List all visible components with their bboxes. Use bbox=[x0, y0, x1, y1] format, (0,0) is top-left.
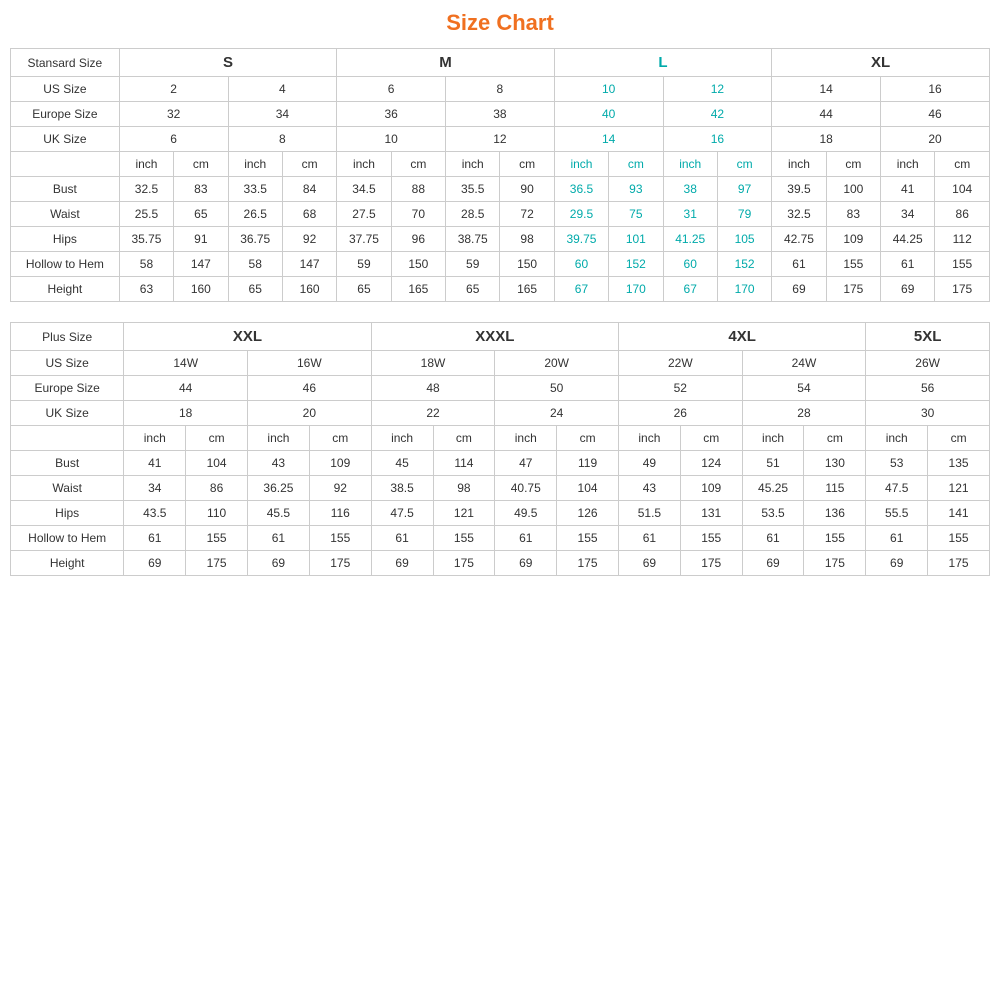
page-title: Size Chart bbox=[10, 10, 990, 36]
label-plus-bust: Bust bbox=[11, 451, 124, 476]
uk-size-row: UK Size 6 8 10 12 14 16 18 20 bbox=[11, 127, 990, 152]
label-bust: Bust bbox=[11, 177, 120, 202]
unit-row-plus: inchcm inchcm inchcm inchcm inchcm inchc… bbox=[11, 426, 990, 451]
label-hips: Hips bbox=[11, 227, 120, 252]
plus-uk-size-row: UK Size 18 20 22 24 26 28 30 bbox=[11, 401, 990, 426]
size-xxl-header: XXL bbox=[124, 323, 371, 351]
us-size-row: US Size 2 4 6 8 10 12 14 16 bbox=[11, 77, 990, 102]
bust-row-standard: Bust 32.583 33.584 34.588 35.590 36.593 … bbox=[11, 177, 990, 202]
plus-europe-size-row: Europe Size 44 46 48 50 52 54 56 bbox=[11, 376, 990, 401]
height-row-plus: Height 69175 69175 69175 69175 69175 691… bbox=[11, 551, 990, 576]
size-xxxl-header: XXXL bbox=[371, 323, 618, 351]
size-4xl-header: 4XL bbox=[618, 323, 865, 351]
label-uk-size: UK Size bbox=[11, 127, 120, 152]
size-xl-header: XL bbox=[772, 49, 990, 77]
europe-size-row: Europe Size 32 34 36 38 40 42 44 46 bbox=[11, 102, 990, 127]
label-plus-europe-size: Europe Size bbox=[11, 376, 124, 401]
plus-size-table: Plus Size XXL XXXL 4XL 5XL US Size 14W 1… bbox=[10, 322, 990, 576]
hips-row-plus: Hips 43.5110 45.5116 47.5121 49.5126 51.… bbox=[11, 501, 990, 526]
size-m-header: M bbox=[337, 49, 555, 77]
plus-header-row: Plus Size XXL XXXL 4XL 5XL bbox=[11, 323, 990, 351]
label-plus-size: Plus Size bbox=[11, 323, 124, 351]
label-plus-uk-size: UK Size bbox=[11, 401, 124, 426]
label-hollow: Hollow to Hem bbox=[11, 252, 120, 277]
label-plus-height: Height bbox=[11, 551, 124, 576]
label-us-size: US Size bbox=[11, 77, 120, 102]
size-s-header: S bbox=[119, 49, 337, 77]
label-plus-waist: Waist bbox=[11, 476, 124, 501]
label-plus-hollow: Hollow to Hem bbox=[11, 526, 124, 551]
label-plus-hips: Hips bbox=[11, 501, 124, 526]
size-l-header: L bbox=[554, 49, 772, 77]
label-europe-size: Europe Size bbox=[11, 102, 120, 127]
label-height: Height bbox=[11, 277, 120, 302]
size-5xl-header: 5XL bbox=[866, 323, 990, 351]
hollow-row-plus: Hollow to Hem 61155 61155 61155 61155 61… bbox=[11, 526, 990, 551]
waist-row-plus: Waist 3486 36.2592 38.598 40.75104 43109… bbox=[11, 476, 990, 501]
plus-us-size-row: US Size 14W 16W 18W 20W 22W 24W 26W bbox=[11, 351, 990, 376]
standard-size-table: Stansard Size S M L XL US Size 2 4 6 8 1… bbox=[10, 48, 990, 302]
standard-header-row: Stansard Size S M L XL bbox=[11, 49, 990, 77]
hollow-row-standard: Hollow to Hem 58147 58147 59150 59150 60… bbox=[11, 252, 990, 277]
hips-row-standard: Hips 35.7591 36.7592 37.7596 38.7598 39.… bbox=[11, 227, 990, 252]
bust-row-plus: Bust 41104 43109 45114 47119 49124 51130… bbox=[11, 451, 990, 476]
unit-row-standard: inchcm inchcm inchcm inchcm inchcm inchc… bbox=[11, 152, 990, 177]
label-standard-size: Stansard Size bbox=[11, 49, 120, 77]
label-plus-us-size: US Size bbox=[11, 351, 124, 376]
label-waist: Waist bbox=[11, 202, 120, 227]
height-row-standard: Height 63160 65160 65165 65165 67170 671… bbox=[11, 277, 990, 302]
waist-row-standard: Waist 25.565 26.568 27.570 28.572 29.575… bbox=[11, 202, 990, 227]
